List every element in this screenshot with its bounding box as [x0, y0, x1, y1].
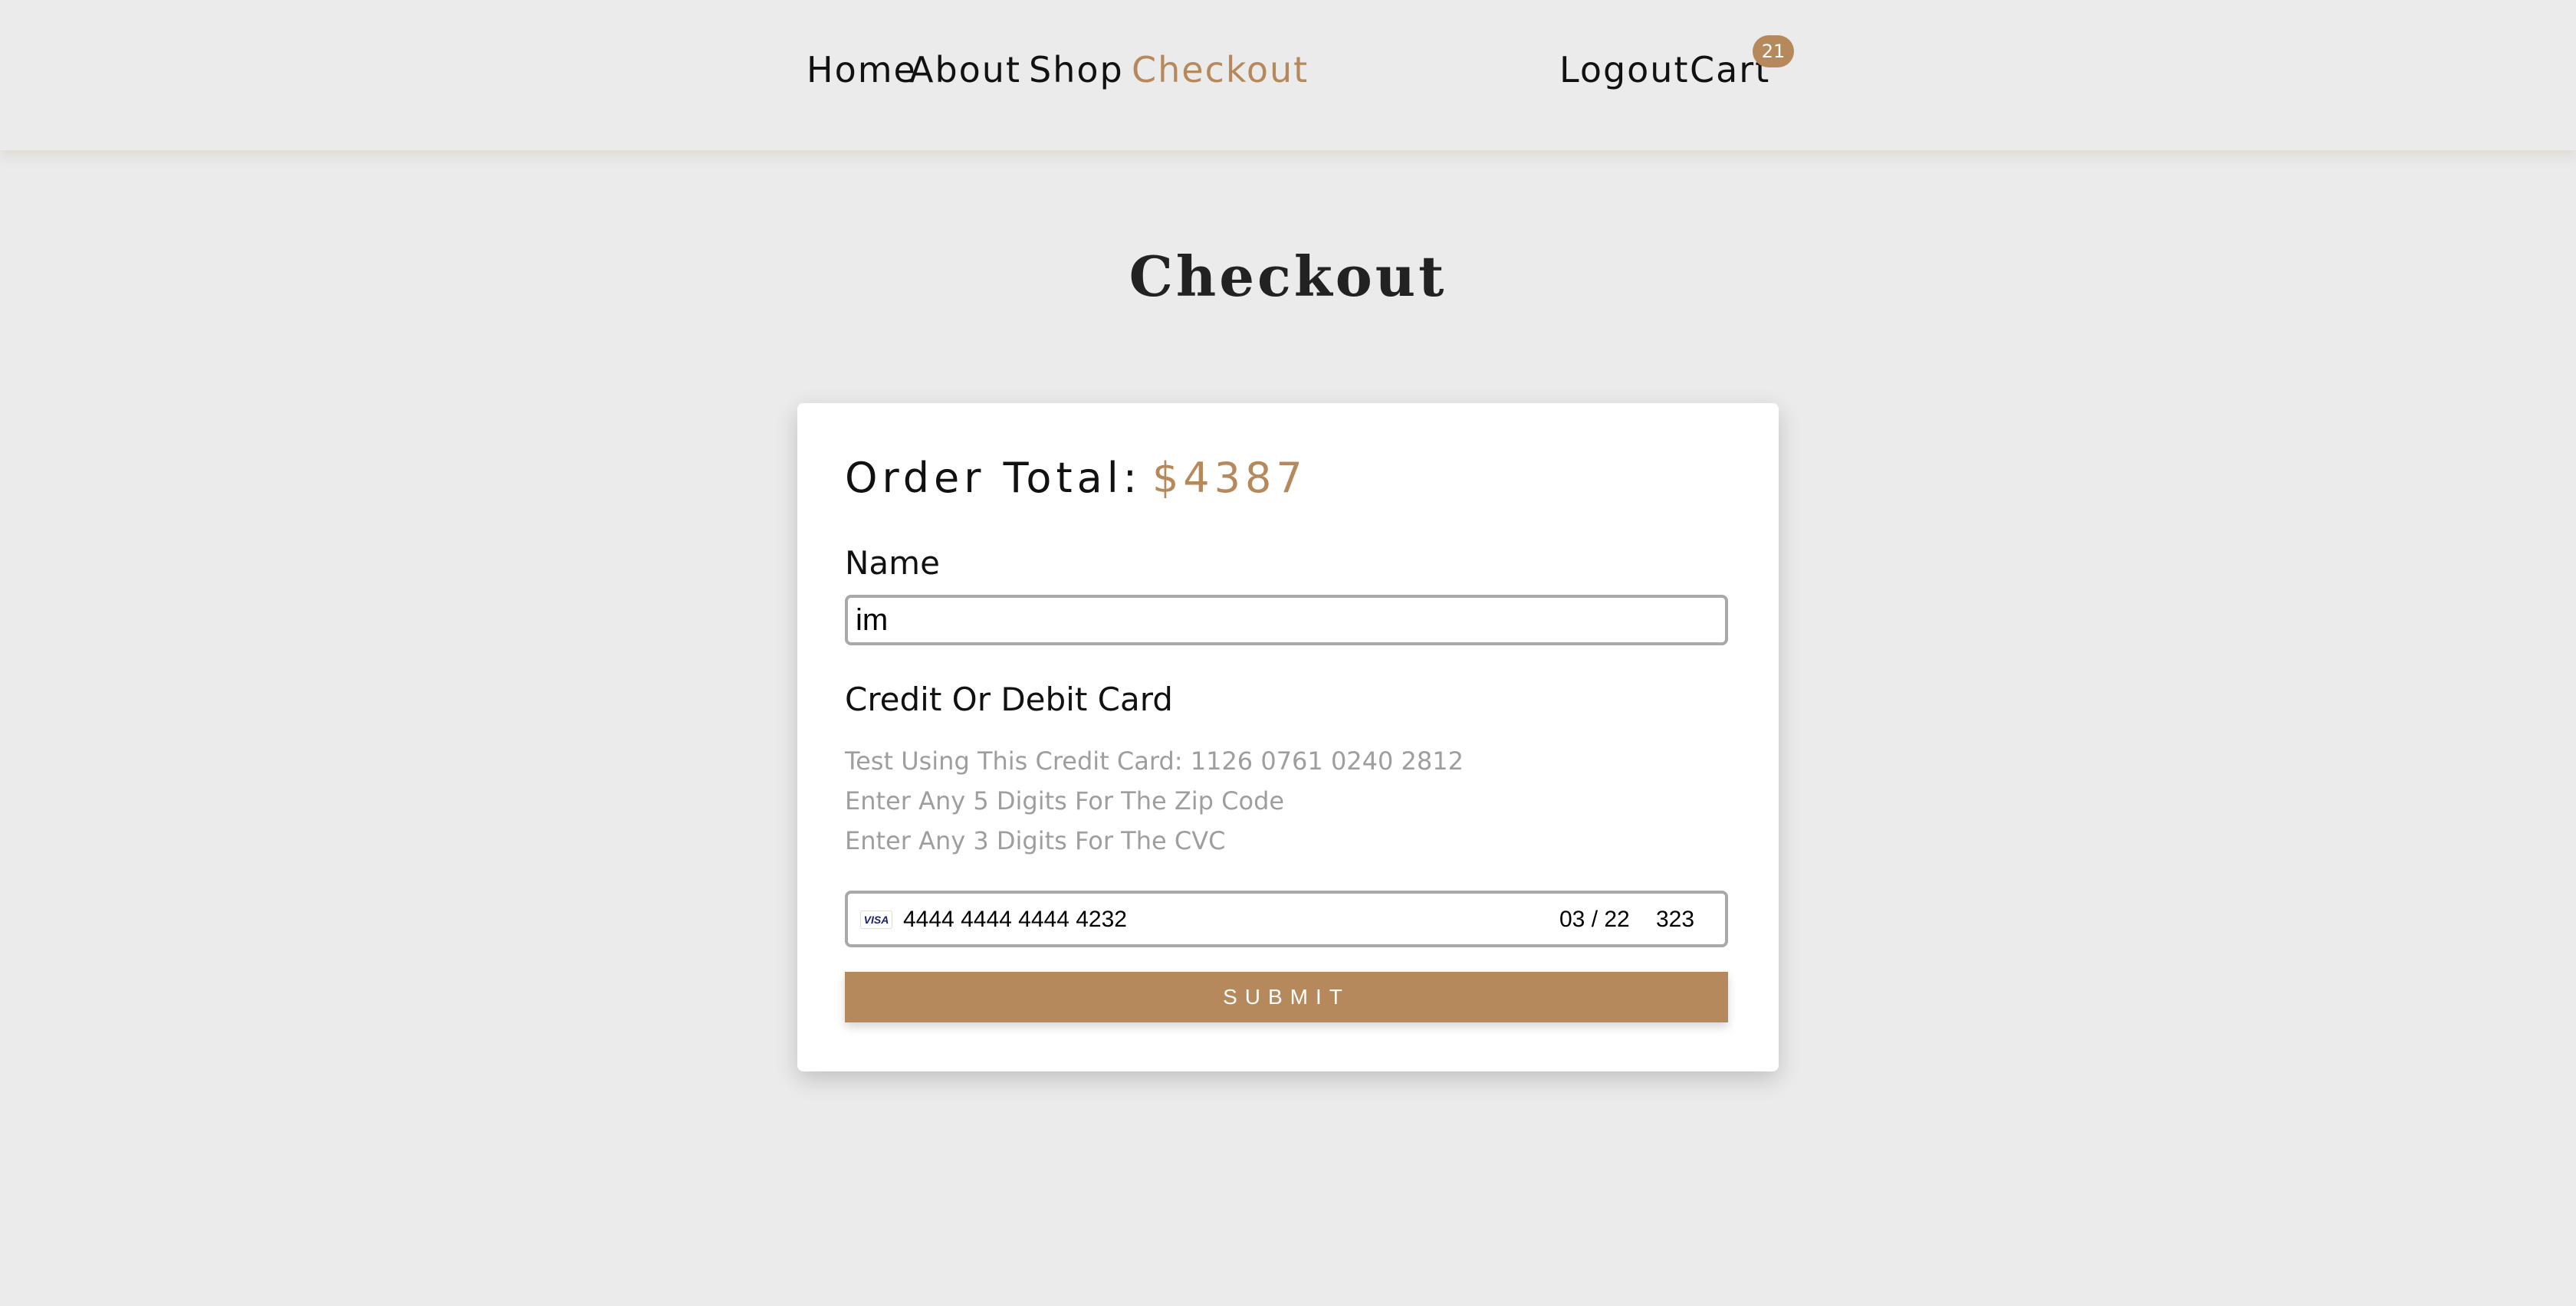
page-title: Checkout	[1129, 244, 1447, 309]
visa-icon: VISA	[860, 911, 892, 929]
submit-button[interactable]: SUBMIT	[845, 972, 1728, 1022]
nav-link-about[interactable]: About	[909, 49, 1021, 90]
order-total-amount: $4387	[1152, 454, 1307, 502]
nav-link-home[interactable]: Home	[807, 49, 917, 90]
cart-count-badge: 21	[1753, 35, 1794, 67]
nav-link-checkout[interactable]: Checkout	[1132, 49, 1309, 90]
cvc-hint: Enter Any 3 Digits For The CVC	[845, 826, 1226, 855]
test-card-hint: Test Using This Credit Card: 1126 0761 0…	[845, 747, 1464, 776]
zip-code-hint: Enter Any 5 Digits For The Zip Code	[845, 786, 1285, 815]
card-cvc-field[interactable]: 323	[1656, 907, 1694, 933]
order-total-label: Order Total:	[845, 454, 1142, 502]
card-label: Credit Or Debit Card	[845, 681, 1173, 718]
checkout-card: Order Total:$4387 Name Credit Or Debit C…	[797, 403, 1779, 1071]
card-expiry-field[interactable]: 03 / 22	[1559, 907, 1630, 933]
navbar: Home About Shop Checkout Logout Cart 21	[0, 0, 2576, 150]
nav-link-logout[interactable]: Logout	[1559, 49, 1690, 90]
nav-link-shop[interactable]: Shop	[1029, 49, 1124, 90]
name-input[interactable]	[845, 595, 1728, 645]
card-input[interactable]: VISA 4444 4444 4444 4232 03 / 22 323	[845, 891, 1728, 947]
name-label: Name	[845, 544, 940, 582]
card-number-field[interactable]: 4444 4444 4444 4232	[903, 907, 1127, 933]
order-total: Order Total: $4387	[845, 454, 1307, 502]
